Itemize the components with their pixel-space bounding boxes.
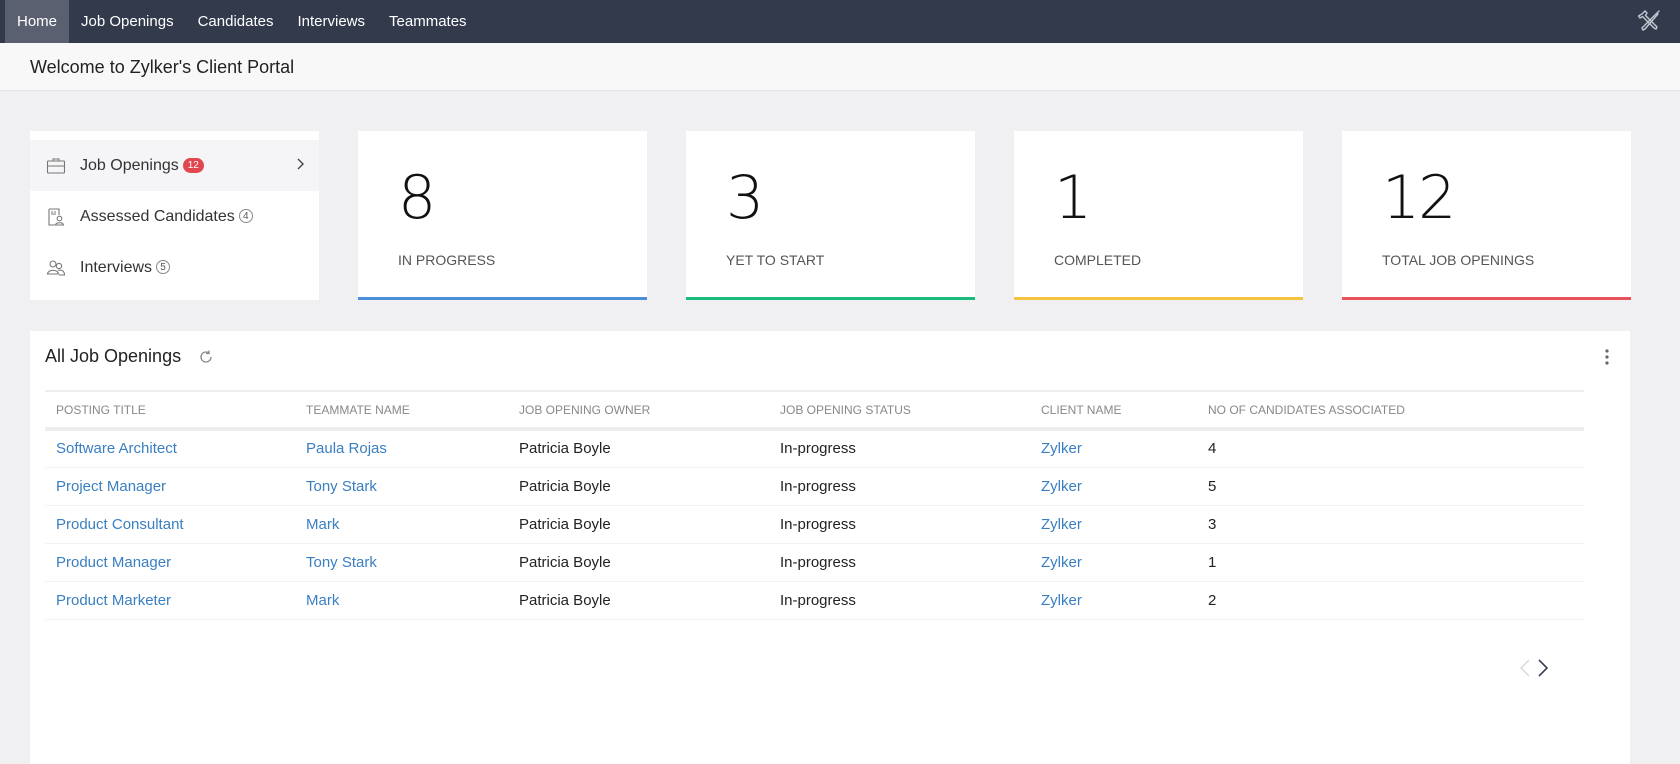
candidates-count-cell: 3 <box>1197 505 1584 544</box>
stat-card-in-progress[interactable]: 8 IN PROGRESS <box>358 131 647 300</box>
owner-cell: Patricia Boyle <box>508 467 769 506</box>
column-header-candidates-associated[interactable]: NO OF CANDIDATES ASSOCIATED <box>1197 390 1584 431</box>
job-openings-table: POSTING TITLE TEAMMATE NAME JOB OPENING … <box>45 390 1584 620</box>
candidates-count-cell: 5 <box>1197 467 1584 506</box>
column-header-posting-title[interactable]: POSTING TITLE <box>45 390 295 431</box>
tab-job-openings[interactable]: Job Openings <box>69 0 186 43</box>
chevron-right-icon <box>1538 659 1549 677</box>
sidebar-item-label: Assessed Candidates 4 <box>80 208 253 226</box>
previous-page-button[interactable] <box>1518 658 1532 678</box>
stat-value: 8 <box>398 163 436 233</box>
stat-accent-bar <box>686 297 975 300</box>
tab-candidates[interactable]: Candidates <box>186 0 286 43</box>
column-header-job-opening-status[interactable]: JOB OPENING STATUS <box>769 390 1030 431</box>
status-cell: In-progress <box>769 581 1030 620</box>
stat-label: YET TO START <box>726 252 825 268</box>
stat-value: 3 <box>726 163 764 233</box>
people-icon <box>46 259 66 276</box>
stat-card-completed[interactable]: 1 COMPLETED <box>1014 131 1303 300</box>
owner-cell: Patricia Boyle <box>508 581 769 620</box>
status-cell: In-progress <box>769 505 1030 544</box>
page-header: Welcome to Zylker's Client Portal <box>0 43 1680 91</box>
posting-title-link[interactable]: Product Consultant <box>56 516 184 533</box>
teammate-link[interactable]: Mark <box>306 516 339 533</box>
posting-title-link[interactable]: Product Manager <box>56 554 171 571</box>
job-openings-count-badge: 12 <box>182 157 204 173</box>
column-header-teammate-name[interactable]: TEAMMATE NAME <box>295 390 508 431</box>
all-job-openings-panel: All Job Openings POSTING TITLE TEAMMATE … <box>30 331 1630 764</box>
stat-value: 12 <box>1382 163 1456 233</box>
table-row: Product Manager Tony Stark Patricia Boyl… <box>45 543 1584 582</box>
table-row: Project Manager Tony Stark Patricia Boyl… <box>45 467 1584 506</box>
tab-teammates[interactable]: Teammates <box>377 0 479 43</box>
owner-cell: Patricia Boyle <box>508 429 769 468</box>
chevron-left-icon <box>1520 659 1530 677</box>
stat-label: IN PROGRESS <box>398 252 496 268</box>
sidebar-item-assessed-candidates[interactable]: Assessed Candidates 4 <box>30 191 319 242</box>
column-header-client-name[interactable]: CLIENT NAME <box>1030 390 1197 431</box>
sidebar-item-job-openings[interactable]: Job Openings 12 <box>30 140 319 191</box>
owner-cell: Patricia Boyle <box>508 543 769 582</box>
stat-label: COMPLETED <box>1054 252 1142 268</box>
column-header-job-opening-owner[interactable]: JOB OPENING OWNER <box>508 390 769 431</box>
candidates-count-cell: 1 <box>1197 543 1584 582</box>
client-link[interactable]: Zylker <box>1041 592 1082 609</box>
stat-accent-bar <box>1342 297 1631 300</box>
posting-title-link[interactable]: Software Architect <box>56 440 177 457</box>
page-title: Welcome to Zylker's Client Portal <box>30 57 295 77</box>
teammate-link[interactable]: Tony Stark <box>306 554 377 571</box>
stat-label: TOTAL JOB OPENINGS <box>1382 252 1535 268</box>
top-nav: Home Job Openings Candidates Interviews … <box>0 0 1680 43</box>
tab-home[interactable]: Home <box>5 0 70 43</box>
panel-title: All Job Openings <box>45 346 182 366</box>
candidates-count-cell: 4 <box>1197 429 1584 468</box>
sidebar-item-interviews[interactable]: Interviews 5 <box>30 242 319 293</box>
teammate-link[interactable]: Tony Stark <box>306 478 377 495</box>
assessed-candidate-icon <box>48 207 65 226</box>
next-page-button[interactable] <box>1536 658 1550 678</box>
status-cell: In-progress <box>769 429 1030 468</box>
client-link[interactable]: Zylker <box>1041 554 1082 571</box>
stat-card-yet-to-start[interactable]: 3 YET TO START <box>686 131 975 300</box>
teammate-link[interactable]: Mark <box>306 592 339 609</box>
stat-accent-bar <box>358 297 647 300</box>
chevron-right-icon <box>297 158 304 170</box>
stat-card-total-job-openings[interactable]: 12 TOTAL JOB OPENINGS <box>1342 131 1631 300</box>
posting-title-link[interactable]: Project Manager <box>56 478 166 495</box>
stat-accent-bar <box>1014 297 1303 300</box>
refresh-icon[interactable] <box>198 349 214 365</box>
table-row: Product Marketer Mark Patricia Boyle In-… <box>45 581 1584 620</box>
client-link[interactable]: Zylker <box>1041 516 1082 533</box>
sidebar-item-label: Interviews 5 <box>80 259 171 277</box>
pagination <box>1518 658 1550 678</box>
table-row: Software Architect Paula Rojas Patricia … <box>45 429 1584 468</box>
status-cell: In-progress <box>769 467 1030 506</box>
candidates-count-cell: 2 <box>1197 581 1584 620</box>
owner-cell: Patricia Boyle <box>508 505 769 544</box>
table-header-row: POSTING TITLE TEAMMATE NAME JOB OPENING … <box>45 390 1584 431</box>
assessed-candidates-count-badge: 4 <box>238 209 253 224</box>
interviews-count-badge: 5 <box>156 260 171 275</box>
status-cell: In-progress <box>769 543 1030 582</box>
wrench-screwdriver-icon[interactable] <box>1637 9 1662 33</box>
more-options-icon[interactable] <box>1604 348 1610 366</box>
stat-value: 1 <box>1054 163 1092 233</box>
posting-title-link[interactable]: Product Marketer <box>56 592 171 609</box>
table-row: Product Consultant Mark Patricia Boyle I… <box>45 505 1584 544</box>
summary-sidebar: Job Openings 12 Assessed Candidates 4 Inte… <box>30 131 319 300</box>
teammate-link[interactable]: Paula Rojas <box>306 440 387 457</box>
client-link[interactable]: Zylker <box>1041 478 1082 495</box>
briefcase-icon <box>46 157 66 174</box>
sidebar-item-label: Job Openings 12 <box>80 157 204 175</box>
client-link[interactable]: Zylker <box>1041 440 1082 457</box>
tab-interviews[interactable]: Interviews <box>285 0 377 43</box>
